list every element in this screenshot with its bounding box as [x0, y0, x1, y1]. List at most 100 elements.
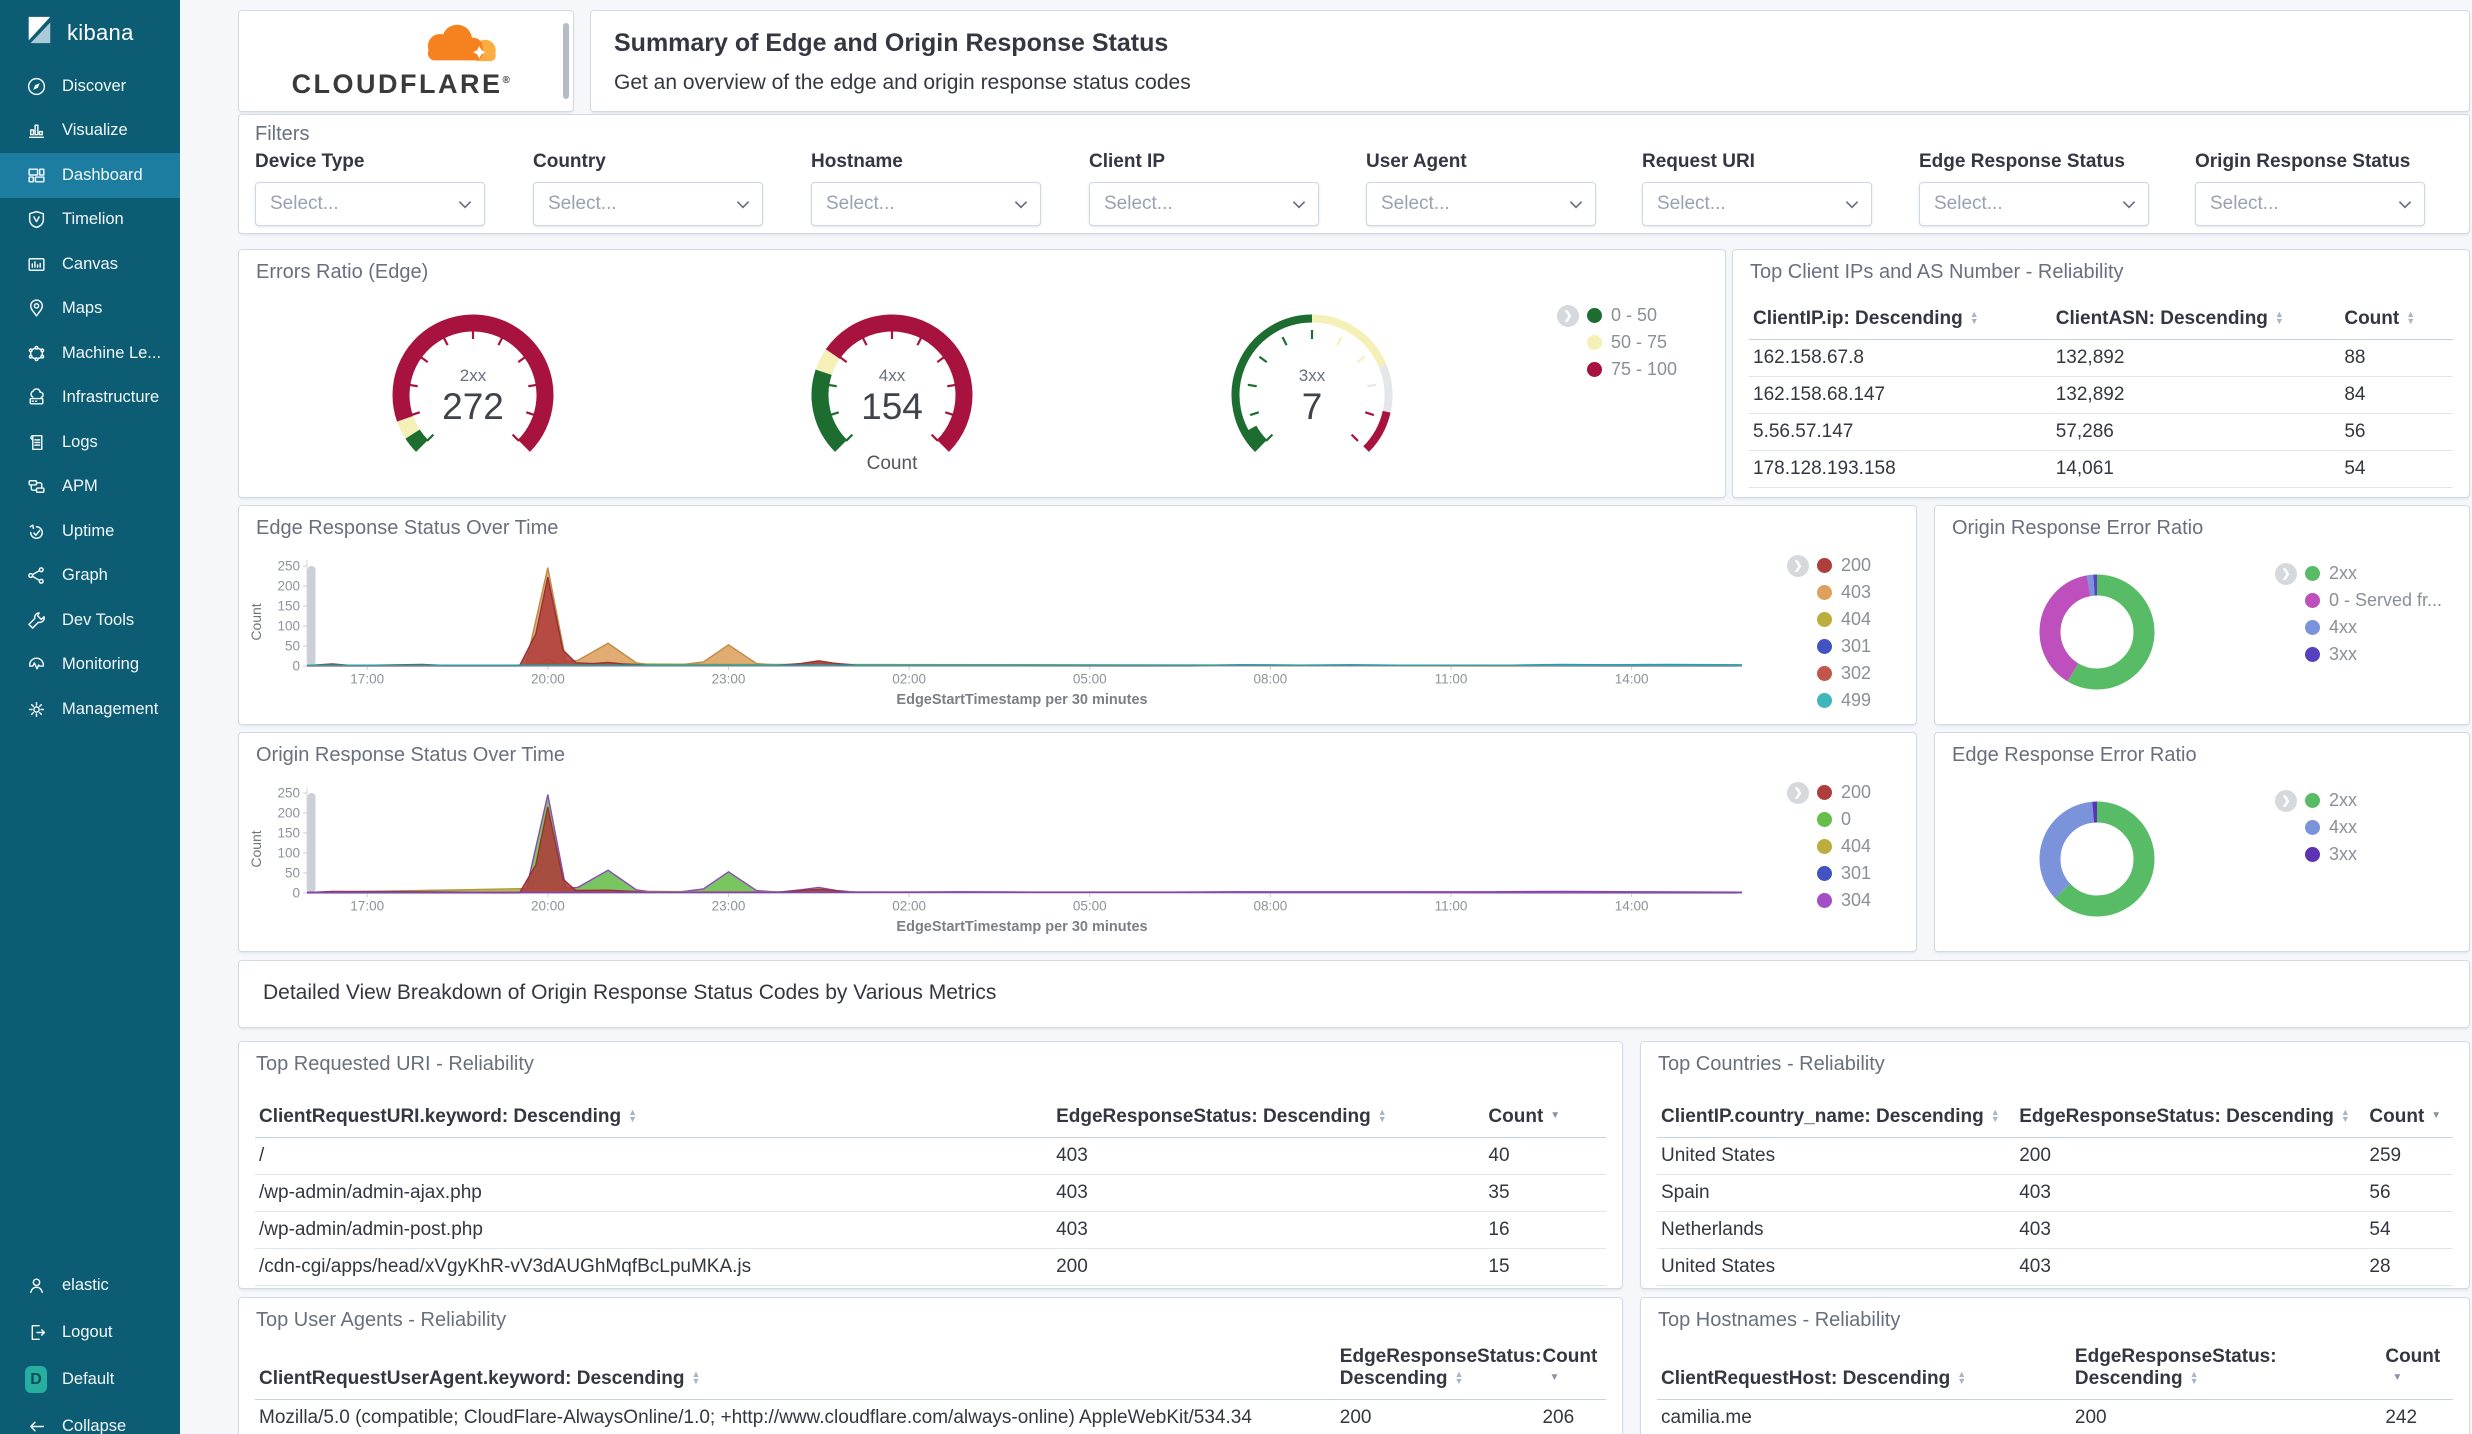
column-header-clientrequestuseragent-keyword-descending[interactable]: ClientRequestUserAgent.keyword: Descendi… [255, 1338, 1336, 1400]
kibana-logo[interactable]: kibana [0, 0, 180, 64]
dashboard-icon [25, 164, 47, 186]
legend-item-0-50[interactable]: ❯ 0 - 50 [1557, 302, 1677, 329]
legend-item-302[interactable]: ❯302 [1787, 660, 1871, 687]
chevron-right-icon[interactable]: ❯ [2275, 789, 2297, 812]
sidebar-item-label: Machine Le... [62, 343, 162, 362]
column-header-edgeresponsestatus-descending[interactable]: EdgeResponseStatus: Descending ▲ ▼ [1052, 1098, 1485, 1138]
sidebar-item-visualize[interactable]: Visualize [0, 109, 180, 154]
legend-item-304[interactable]: ❯304 [1787, 887, 1871, 914]
legend-item-200[interactable]: ❯ 200 [1787, 779, 1871, 806]
sidebar-item-label: Visualize [62, 121, 128, 140]
legend-label: 301 [1841, 636, 1872, 656]
sidebar-item-discover[interactable]: Discover [0, 64, 180, 109]
legend-color-dot [1817, 812, 1832, 827]
filter-select-request-uri[interactable]: Select... [1642, 182, 1872, 226]
legend-item-404[interactable]: ❯404 [1787, 833, 1871, 860]
column-header-edgeresponsestatus-descending[interactable]: EdgeResponseStatus: Descending ▲ ▼ [1335, 1338, 1541, 1400]
y-axis-scrollbar[interactable] [307, 566, 316, 666]
filter-select-hostname[interactable]: Select... [811, 182, 1041, 226]
column-header-count[interactable]: Count ▼ [1484, 1098, 1606, 1138]
sidebar-item-apm[interactable]: APM [0, 465, 180, 510]
panel-title: Top Countries - Reliability [1658, 1053, 1885, 1075]
legend-item-50-75[interactable]: ❯50 - 75 [1557, 329, 1677, 356]
select-placeholder: Select... [1381, 193, 1450, 214]
legend-item-3xx[interactable]: ❯3xx [2275, 841, 2357, 868]
origin-error-ratio-panel: Origin Response Error Ratio ❯ 2xx ❯0 - Ser… [1934, 505, 2470, 725]
sidebar-item-label: Dev Tools [62, 610, 135, 629]
legend-item-0-served-fr[interactable]: ❯0 - Served fr... [2275, 587, 2442, 614]
filter-label: Country [533, 151, 606, 172]
sidebar-item-management[interactable]: Management [0, 687, 180, 732]
sidebar-item-logout[interactable]: Logout [0, 1309, 180, 1356]
filter-select-client-ip[interactable]: Select... [1089, 182, 1319, 226]
y-axis-scrollbar[interactable] [307, 793, 316, 893]
column-header-count[interactable]: Count ▲ ▼ [2340, 300, 2453, 340]
sidebar-item-monitoring[interactable]: Monitoring [0, 643, 180, 688]
legend-item-404[interactable]: ❯404 [1787, 606, 1871, 633]
sidebar-item-label: Maps [62, 299, 103, 318]
column-header-count[interactable]: Count ▼ [1538, 1338, 1606, 1400]
sidebar-item-infrastructure[interactable]: Infrastructure [0, 376, 180, 421]
column-header-clientrequesthost-descending[interactable]: ClientRequestHost: Descending ▲ ▼ [1657, 1338, 2071, 1400]
gauge-2xx: 2xx 272 [358, 300, 588, 460]
sidebar-item-maps[interactable]: Maps [0, 287, 180, 332]
sidebar-nav: Discover Visualize Dashboard Timelion Canvas… [0, 64, 180, 732]
table-row: 162.158.67.8 132,892 88 [1749, 339, 2453, 377]
sidebar-item-machine-le[interactable]: Machine Le... [0, 331, 180, 376]
cloudflare-logo-panel: CLOUDFLARE® [238, 10, 574, 112]
legend-item-200[interactable]: ❯ 200 [1787, 552, 1871, 579]
svg-text:05:00: 05:00 [1073, 672, 1107, 687]
sidebar-item-timelion[interactable]: Timelion [0, 198, 180, 243]
logs-icon [25, 431, 47, 453]
column-header-edgeresponsestatus-descending[interactable]: EdgeResponseStatus: Descending ▲ ▼ [2015, 1098, 2366, 1138]
filter-select-edge-response-status[interactable]: Select... [1919, 182, 2149, 226]
filters-panel: Filters Device Type Select... Country Selec… [238, 114, 2470, 234]
legend-item-403[interactable]: ❯403 [1787, 579, 1871, 606]
filter-select-device-type[interactable]: Select... [255, 182, 485, 226]
select-placeholder: Select... [2210, 193, 2279, 214]
sort-icon: ▲ ▼ [1957, 1368, 1967, 1386]
legend-color-dot [2305, 566, 2320, 581]
sidebar-item-uptime[interactable]: Uptime [0, 509, 180, 554]
column-header-clientrequesturi-keyword-descending[interactable]: ClientRequestURI.keyword: Descending ▲ ▼ [255, 1098, 1053, 1138]
sidebar-item-dashboard[interactable]: Dashboard [0, 153, 180, 198]
column-header-clientip-country-name-descending[interactable]: ClientIP.country_name: Descending ▲ ▼ [1657, 1098, 2016, 1138]
legend-item-301[interactable]: ❯301 [1787, 860, 1871, 887]
filter-select-country[interactable]: Select... [533, 182, 763, 226]
logo-panel-scrollbar[interactable] [563, 23, 569, 99]
legend-item-75-100[interactable]: ❯75 - 100 [1557, 356, 1677, 383]
column-header-count[interactable]: Count ▼ [2365, 1098, 2453, 1138]
chevron-right-icon[interactable]: ❯ [1557, 304, 1579, 327]
legend-item-2xx[interactable]: ❯ 2xx [2275, 787, 2357, 814]
sidebar-item-default[interactable]: D Default [0, 1356, 180, 1403]
column-header-edgeresponsestatus-descending[interactable]: EdgeResponseStatus: Descending ▲ ▼ [2070, 1338, 2382, 1400]
legend-item-4xx[interactable]: ❯4xx [2275, 814, 2357, 841]
sidebar-item-logs[interactable]: Logs [0, 420, 180, 465]
legend-item-301[interactable]: ❯301 [1787, 633, 1871, 660]
apm-icon [25, 476, 47, 498]
filter-select-user-agent[interactable]: Select... [1366, 182, 1596, 226]
chevron-right-icon[interactable]: ❯ [1787, 554, 1809, 577]
sidebar-item-dev-tools[interactable]: Dev Tools [0, 598, 180, 643]
legend-item-2xx[interactable]: ❯ 2xx [2275, 560, 2442, 587]
chevron-right-icon[interactable]: ❯ [1787, 781, 1809, 804]
sidebar-item-collapse[interactable]: Collapse [0, 1403, 180, 1434]
sidebar-item-elastic[interactable]: elastic [0, 1262, 180, 1309]
sort-desc-icon: ▼ [2431, 1109, 2442, 1121]
legend-item-499[interactable]: ❯499 [1787, 687, 1871, 714]
chevron-down-icon [2398, 200, 2412, 209]
table-row: United States 200 259 [1657, 1137, 2453, 1175]
legend-color-dot [1587, 308, 1602, 323]
svg-text:150: 150 [277, 599, 300, 614]
legend-item-0[interactable]: ❯0 [1787, 806, 1871, 833]
column-header-count[interactable]: Count ▼ [2381, 1338, 2453, 1400]
legend-item-3xx[interactable]: ❯3xx [2275, 641, 2442, 668]
legend-item-4xx[interactable]: ❯4xx [2275, 614, 2442, 641]
column-header-clientasn-descending[interactable]: ClientASN: Descending ▲ ▼ [2051, 300, 2341, 340]
column-header-clientip-ip-descending[interactable]: ClientIP.ip: Descending ▲ ▼ [1749, 300, 2052, 340]
chevron-right-icon[interactable]: ❯ [2275, 562, 2297, 585]
sidebar-item-canvas[interactable]: Canvas [0, 242, 180, 287]
svg-text:154: 154 [861, 386, 923, 427]
filter-select-origin-response-status[interactable]: Select... [2195, 182, 2425, 226]
sidebar-item-graph[interactable]: Graph [0, 554, 180, 599]
